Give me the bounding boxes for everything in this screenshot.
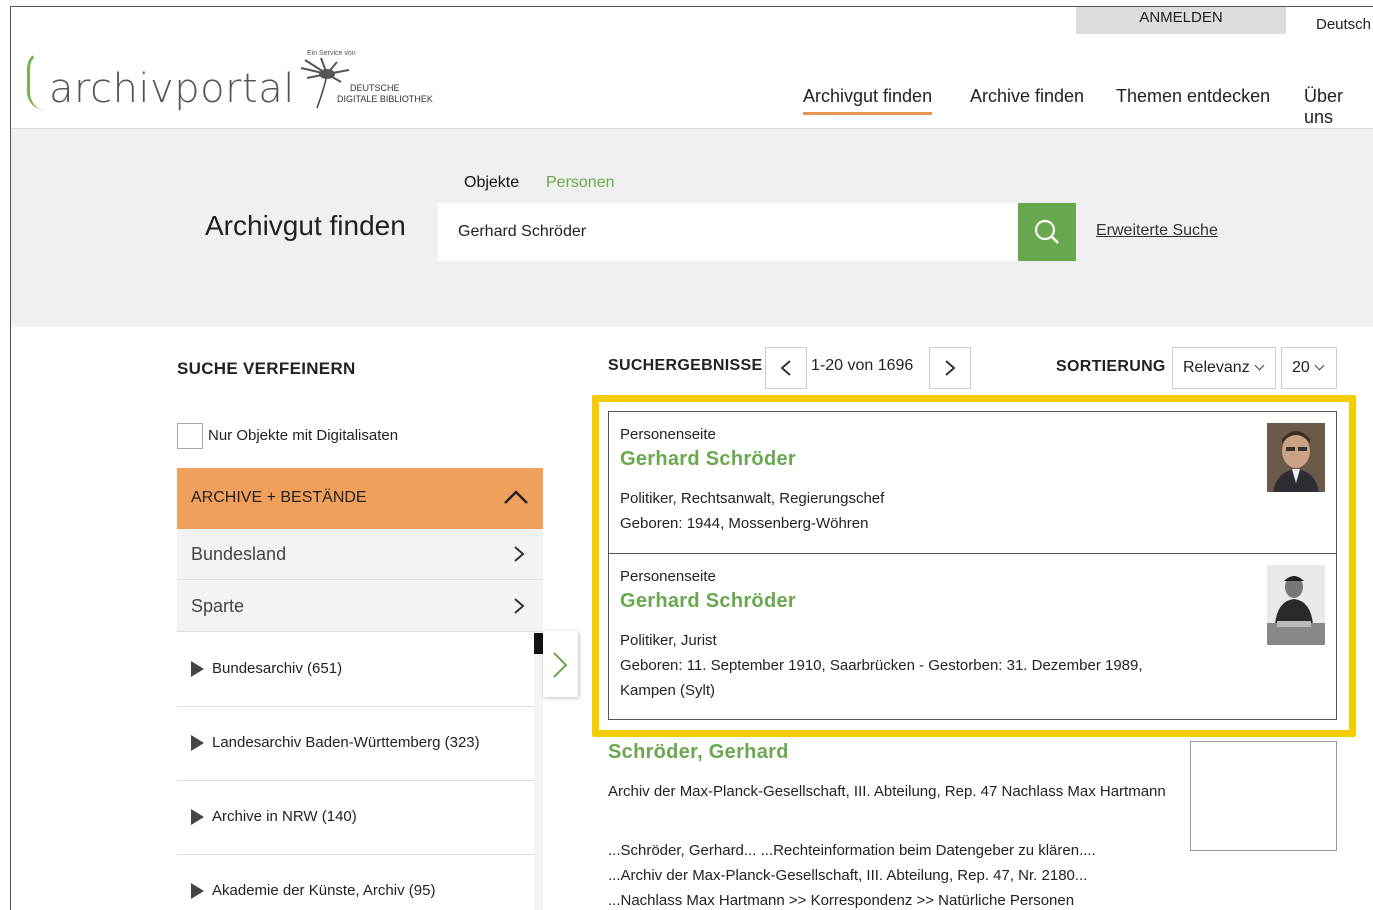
per-page-value: 20: [1292, 359, 1310, 376]
archive-item[interactable]: Bundesarchiv (651): [177, 633, 534, 707]
chevron-up-icon: [504, 490, 528, 504]
search-icon: [1034, 219, 1059, 244]
language-selector[interactable]: Deutsch: [1316, 16, 1371, 33]
accordion-archive-bestaende[interactable]: ARCHIVE + BESTÄNDE: [177, 468, 543, 529]
nav-archive-finden[interactable]: Archive finden: [970, 86, 1084, 107]
archive-item[interactable]: Landesarchiv Baden-Württemberg (323): [177, 707, 534, 781]
sidebar-scroll-thumb[interactable]: [534, 633, 543, 654]
filter-bundesland[interactable]: Bundesland: [177, 529, 543, 580]
snippet-line-3: ...Nachlass Max Hartmann >> Korresponden…: [608, 892, 1075, 909]
digital-only-checkbox[interactable]: [177, 423, 203, 449]
result-occupation: Politiker, Rechtsanwalt, Regierungschef: [620, 490, 885, 507]
nav-themen-entdecken[interactable]: Themen entdecken: [1116, 86, 1270, 107]
refine-heading: SUCHE VERFEINERN: [177, 359, 356, 378]
chevron-right-icon: [553, 652, 568, 678]
sort-label: SORTIERUNG: [1056, 358, 1166, 375]
tab-objekte[interactable]: Objekte: [464, 174, 519, 192]
logo-wordmark: archivportal: [49, 66, 295, 112]
sidebar-scrollbar[interactable]: [534, 633, 543, 910]
accordion-title: ARCHIVE + BESTÄNDE: [191, 489, 367, 506]
search-input[interactable]: [438, 203, 1018, 261]
archive-label: Akademie der Künste, Archiv (95): [212, 882, 436, 899]
sort-select[interactable]: Relevanz: [1172, 347, 1276, 389]
nav-archivgut-finden[interactable]: Archivgut finden: [803, 86, 933, 115]
digital-only-label[interactable]: Nur Objekte mit Digitalisaten: [208, 427, 398, 444]
chevron-right-icon: [514, 546, 525, 562]
result-description: Politiker, Rechtsanwalt, Regierungschef …: [620, 486, 1180, 536]
result-description: Archiv der Max-Planck-Gesellschaft, III.…: [608, 783, 1166, 800]
chevron-down-icon: [1254, 360, 1265, 371]
chevron-right-icon: [514, 598, 525, 614]
filter-label: Bundesland: [191, 544, 287, 564]
result-kind: Personenseite: [620, 568, 716, 585]
result-thumbnail-placeholder: [1190, 741, 1337, 851]
expand-triangle-icon: [191, 883, 204, 899]
result-title-link[interactable]: Gerhard Schröder: [620, 448, 796, 471]
snippet-line-2: ...Archiv der Max-Planck-Gesellschaft, I…: [608, 867, 1088, 884]
archive-label: Archive in NRW (140): [212, 808, 357, 825]
result-card-person[interactable]: Personenseite Gerhard Schröder Politiker…: [608, 553, 1337, 720]
ddb-line2: DIGITALE BIBLIOTHEK: [337, 94, 433, 104]
person-portrait-image[interactable]: [1267, 565, 1325, 645]
snippet-line-1: ...Schröder, Gerhard... ...Rechteinforma…: [608, 842, 1096, 859]
result-snippet: ...Schröder, Gerhard... ...Rechteinforma…: [608, 838, 1168, 910]
logo-bracket-icon: [27, 50, 45, 110]
chevron-down-icon: [1314, 360, 1325, 371]
result-kind: Personenseite: [620, 426, 716, 443]
archive-label: Landesarchiv Baden-Württemberg (323): [212, 734, 480, 751]
login-button[interactable]: ANMELDEN: [1076, 7, 1286, 34]
prev-page-button[interactable]: [765, 347, 807, 389]
chevron-right-icon: [945, 360, 956, 376]
expand-triangle-icon: [191, 661, 204, 677]
pagination-info: 1-20 von 1696: [811, 357, 914, 374]
search-button[interactable]: [1018, 203, 1076, 261]
sort-value: Relevanz: [1183, 359, 1250, 376]
next-page-button[interactable]: [929, 347, 971, 389]
search-title: Archivgut finden: [205, 210, 406, 241]
result-description: Politiker, Jurist Geboren: 11. September…: [620, 628, 1180, 703]
result-occupation: Politiker, Jurist: [620, 632, 717, 649]
person-portrait-image[interactable]: [1267, 423, 1325, 492]
sidebar-collapse-toggle[interactable]: [543, 631, 578, 697]
result-birth-death: Geboren: 11. September 1910, Saarbrücken…: [620, 657, 1143, 699]
archivportal-logo[interactable]: archivportal Ein Service von DEUTSCHE DI…: [27, 50, 447, 120]
result-title-link[interactable]: Gerhard Schröder: [620, 590, 796, 613]
tab-personen[interactable]: Personen: [546, 174, 615, 192]
results-heading: SUCHERGEBNISSE: [608, 357, 763, 374]
ddb-line1: DEUTSCHE: [350, 83, 400, 93]
filter-label: Sparte: [191, 596, 245, 616]
nav-ueber-uns[interactable]: Über uns: [1304, 86, 1373, 128]
archive-label: Bundesarchiv (651): [212, 660, 343, 677]
result-title-link[interactable]: Schröder, Gerhard: [608, 741, 789, 764]
expand-triangle-icon: [191, 735, 204, 751]
chevron-left-icon: [780, 360, 791, 376]
archive-item[interactable]: Archive in NRW (140): [177, 781, 534, 855]
result-card-person[interactable]: Personenseite Gerhard Schröder Politiker…: [608, 411, 1337, 554]
archive-item[interactable]: Akademie der Künste, Archiv (95): [177, 855, 534, 910]
advanced-search-link[interactable]: Erweiterte Suche: [1096, 222, 1218, 240]
per-page-select[interactable]: 20: [1281, 347, 1337, 389]
expand-triangle-icon: [191, 809, 204, 825]
filter-sparte[interactable]: Sparte: [177, 581, 543, 632]
result-birth: Geboren: 1944, Mossenberg-Wöhren: [620, 515, 869, 532]
